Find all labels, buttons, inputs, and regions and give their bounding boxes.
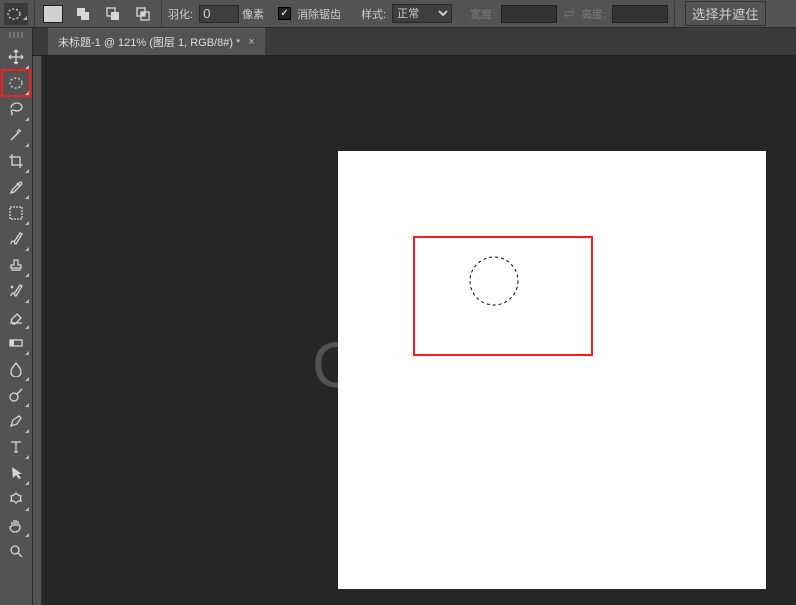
eraser-tool[interactable] bbox=[2, 304, 30, 330]
eyedropper-tool[interactable] bbox=[2, 174, 30, 200]
boolean-subtract-icon[interactable] bbox=[101, 3, 125, 25]
hand-tool[interactable] bbox=[2, 512, 30, 538]
stamp-tool[interactable] bbox=[2, 252, 30, 278]
elliptical-marquee-tool[interactable] bbox=[2, 70, 30, 96]
height-input bbox=[612, 5, 668, 23]
style-label: 样式: bbox=[361, 6, 386, 22]
lasso-tool[interactable] bbox=[2, 96, 30, 122]
crop-tool[interactable] bbox=[2, 148, 30, 174]
move-tool[interactable] bbox=[2, 44, 30, 70]
workspace: G bbox=[42, 56, 796, 605]
vertical-ruler bbox=[34, 56, 42, 605]
separator bbox=[161, 1, 162, 27]
separator bbox=[34, 1, 35, 27]
foreground-swatch[interactable] bbox=[41, 3, 65, 25]
document-tab-title: 未标题-1 @ 121% (图层 1, RGB/8#) * bbox=[58, 34, 240, 50]
magic-wand-tool[interactable] bbox=[2, 122, 30, 148]
blur-tool[interactable] bbox=[2, 356, 30, 382]
boolean-add-icon[interactable] bbox=[71, 3, 95, 25]
width-input bbox=[501, 5, 557, 23]
select-and-mask-button[interactable]: 选择并遮住 bbox=[685, 1, 766, 26]
separator bbox=[674, 1, 675, 27]
elliptical-selection-marquee bbox=[469, 256, 519, 306]
antialias-checkbox[interactable]: ✓ bbox=[278, 7, 291, 20]
feather-unit: 像素 bbox=[242, 6, 264, 22]
options-bar: 羽化: 像素 ✓ 消除锯齿 样式: 正常 宽度: ⇄ 高度: 选择并遮住 bbox=[0, 0, 796, 28]
frame-tool[interactable] bbox=[2, 200, 30, 226]
height-label: 高度: bbox=[581, 6, 606, 22]
document-tab-bar: 未标题-1 @ 121% (图层 1, RGB/8#) * × bbox=[0, 28, 796, 56]
active-tool-preview-icon[interactable] bbox=[4, 3, 28, 25]
antialias-label: 消除锯齿 bbox=[297, 6, 341, 22]
swap-dimensions-icon: ⇄ bbox=[563, 5, 575, 22]
close-icon[interactable]: × bbox=[248, 36, 254, 48]
type-tool[interactable] bbox=[2, 434, 30, 460]
brush-tool[interactable] bbox=[2, 226, 30, 252]
tools-panel bbox=[0, 28, 33, 605]
panel-grip-icon[interactable] bbox=[2, 32, 30, 40]
shape-tool[interactable] bbox=[2, 486, 30, 512]
width-label: 宽度: bbox=[470, 6, 495, 22]
feather-label: 羽化: bbox=[168, 6, 193, 22]
history-brush-tool[interactable] bbox=[2, 278, 30, 304]
feather-input[interactable] bbox=[199, 5, 239, 23]
gradient-tool[interactable] bbox=[2, 330, 30, 356]
dodge-tool[interactable] bbox=[2, 382, 30, 408]
boolean-intersect-icon[interactable] bbox=[131, 3, 155, 25]
zoom-tool[interactable] bbox=[2, 538, 30, 564]
document-canvas[interactable] bbox=[338, 151, 766, 589]
pen-tool[interactable] bbox=[2, 408, 30, 434]
style-select[interactable]: 正常 bbox=[392, 4, 452, 23]
document-tab[interactable]: 未标题-1 @ 121% (图层 1, RGB/8#) * × bbox=[48, 28, 265, 55]
path-selection-tool[interactable] bbox=[2, 460, 30, 486]
